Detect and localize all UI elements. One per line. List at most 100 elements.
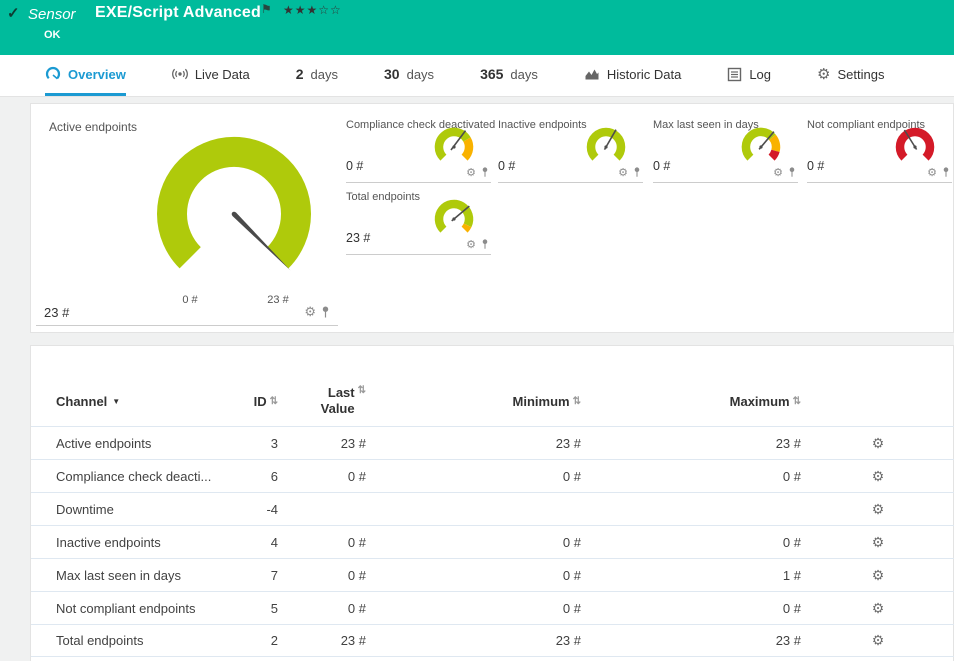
gauge-pin-icon[interactable] xyxy=(481,167,489,178)
channel-name[interactable]: Total endpoints xyxy=(56,633,238,648)
gauge-scale-max: 23 # xyxy=(260,294,296,306)
tab-live-data[interactable]: Live Data xyxy=(172,55,250,96)
channel-id: 7 xyxy=(238,568,278,583)
channel-settings-gear-icon[interactable]: ⚙ xyxy=(872,632,885,648)
gauge-settings-gear-icon[interactable]: ⚙ xyxy=(773,166,783,179)
gauge-inactive-endpoints: Inactive endpoints 0 # ⚙ xyxy=(498,119,643,183)
channel-last-value: 0 # xyxy=(278,469,366,484)
priority-stars[interactable]: ★★★☆☆ xyxy=(283,3,342,17)
channel-minimum: 0 # xyxy=(366,535,581,550)
column-header-maximum[interactable]: Maximum ⇅ xyxy=(581,394,801,409)
gauge-value: 0 # xyxy=(807,159,824,173)
status-check-icon: ✓ xyxy=(7,4,20,22)
channel-settings-gear-icon[interactable]: ⚙ xyxy=(872,567,885,583)
table-header-row: Channel ▼ ID ⇅ Last Value ⇅ Minimum ⇅ Ma… xyxy=(31,376,954,426)
channel-name[interactable]: Not compliant endpoints xyxy=(56,601,238,616)
tab-2-days[interactable]: 2 days xyxy=(296,55,338,96)
gauge-dial[interactable] xyxy=(428,197,480,243)
channel-minimum: 23 # xyxy=(366,436,581,451)
priority-flag-icon[interactable]: ⚑ xyxy=(261,2,272,16)
gauge-dial[interactable] xyxy=(889,125,941,171)
live-data-broadcast-icon xyxy=(172,66,188,82)
channel-settings-gear-icon[interactable]: ⚙ xyxy=(872,501,885,517)
gauge-total-endpoints: Total endpoints 23 # ⚙ xyxy=(346,191,491,255)
channel-maximum: 23 # xyxy=(581,633,801,648)
gauge-settings-gear-icon[interactable]: ⚙ xyxy=(618,166,628,179)
tab-label: Live Data xyxy=(195,67,250,82)
sort-icon: ⇅ xyxy=(793,396,801,407)
channel-name[interactable]: Downtime xyxy=(56,502,238,517)
channel-row: Active endpoints 3 23 # 23 # 23 # ⚙ xyxy=(31,426,954,459)
tab-label: Settings xyxy=(837,67,884,82)
channel-settings-gear-icon[interactable]: ⚙ xyxy=(872,468,885,484)
channel-minimum: 0 # xyxy=(366,469,581,484)
sort-icon: ⇅ xyxy=(270,396,278,407)
gauge-dial[interactable] xyxy=(134,124,334,299)
log-list-icon xyxy=(727,67,742,82)
tab-log[interactable]: Log xyxy=(727,55,771,96)
gauge-value: 23 # xyxy=(346,231,370,245)
channel-id: 3 xyxy=(238,436,278,451)
gauge-value: 0 # xyxy=(653,159,670,173)
gauge-not-compliant-endpoints: Not compliant endpoints 0 # ⚙ xyxy=(807,119,952,183)
gauge-pin-icon[interactable] xyxy=(481,239,489,250)
channel-id: 6 xyxy=(238,469,278,484)
gauge-settings-gear-icon[interactable]: ⚙ xyxy=(927,166,937,179)
channel-maximum: 1 # xyxy=(581,568,801,583)
gauge-settings-gear-icon[interactable]: ⚙ xyxy=(466,238,476,251)
gauge-pin-icon[interactable] xyxy=(321,306,330,319)
gauge-dial[interactable] xyxy=(580,125,632,171)
gauge-dial[interactable] xyxy=(428,125,480,171)
tab-label: Overview xyxy=(68,67,126,82)
gauge-settings-gear-icon[interactable]: ⚙ xyxy=(304,304,316,320)
sensor-page: ✓ Sensor EXE/Script Advanced ⚑ ★★★☆☆ OK … xyxy=(0,0,954,661)
tab-365-days[interactable]: 365 days xyxy=(480,55,538,96)
channel-last-value: 0 # xyxy=(278,568,366,583)
column-header-minimum[interactable]: Minimum ⇅ xyxy=(366,394,581,409)
sensor-header: ✓ Sensor EXE/Script Advanced ⚑ ★★★☆☆ OK xyxy=(0,0,954,55)
gauge-pin-icon[interactable] xyxy=(942,167,950,178)
column-header-channel[interactable]: Channel ▼ xyxy=(56,394,238,409)
channel-name[interactable]: Inactive endpoints xyxy=(56,535,238,550)
channel-row: Not compliant endpoints 5 0 # 0 # 0 # ⚙ xyxy=(31,591,954,624)
tab-days-count: 2 xyxy=(296,66,304,82)
channels-table: Channel ▼ ID ⇅ Last Value ⇅ Minimum ⇅ Ma… xyxy=(31,376,954,657)
gauge-dial[interactable] xyxy=(735,125,787,171)
gauge-pin-icon[interactable] xyxy=(633,167,641,178)
channel-settings-gear-icon[interactable]: ⚙ xyxy=(872,435,885,451)
channel-minimum: 0 # xyxy=(366,601,581,616)
sensor-kind-label: Sensor xyxy=(28,6,76,23)
gauge-scale-min: 0 # xyxy=(172,294,208,306)
channels-table-panel: Channel ▼ ID ⇅ Last Value ⇅ Minimum ⇅ Ma… xyxy=(30,345,954,661)
tab-overview[interactable]: Overview xyxy=(45,55,126,96)
channel-id: 2 xyxy=(238,633,278,648)
tab-settings[interactable]: ⚙ Settings xyxy=(817,55,884,96)
channel-maximum: 0 # xyxy=(581,535,801,550)
channel-maximum: 23 # xyxy=(581,436,801,451)
channel-last-value: 23 # xyxy=(278,436,366,451)
historic-data-chart-icon xyxy=(584,66,600,82)
gauge-max-last-seen-in-days: Max last seen in days 0 # ⚙ xyxy=(653,119,798,183)
sort-icon: ⇅ xyxy=(573,396,581,407)
overview-gauge-icon xyxy=(45,66,61,82)
channel-id: -4 xyxy=(238,502,278,517)
channel-id: 4 xyxy=(238,535,278,550)
tab-label: Historic Data xyxy=(607,67,681,82)
channel-name[interactable]: Max last seen in days xyxy=(56,568,238,583)
column-header-last-value[interactable]: Last Value ⇅ xyxy=(278,385,366,416)
caret-down-icon: ▼ xyxy=(112,397,120,406)
channel-name[interactable]: Active endpoints xyxy=(56,436,238,451)
tab-days-unit: days xyxy=(311,67,338,82)
channel-settings-gear-icon[interactable]: ⚙ xyxy=(872,600,885,616)
tab-days-count: 30 xyxy=(384,66,400,82)
gauge-settings-gear-icon[interactable]: ⚙ xyxy=(466,166,476,179)
channel-settings-gear-icon[interactable]: ⚙ xyxy=(872,534,885,550)
tab-historic-data[interactable]: Historic Data xyxy=(584,55,681,96)
tab-30-days[interactable]: 30 days xyxy=(384,55,434,96)
gauge-title: Active endpoints xyxy=(49,120,137,134)
column-header-id[interactable]: ID ⇅ xyxy=(238,394,278,409)
channel-name[interactable]: Compliance check deacti... xyxy=(56,469,238,484)
channel-id: 5 xyxy=(238,601,278,616)
gauge-pin-icon[interactable] xyxy=(788,167,796,178)
channel-minimum: 0 # xyxy=(366,568,581,583)
